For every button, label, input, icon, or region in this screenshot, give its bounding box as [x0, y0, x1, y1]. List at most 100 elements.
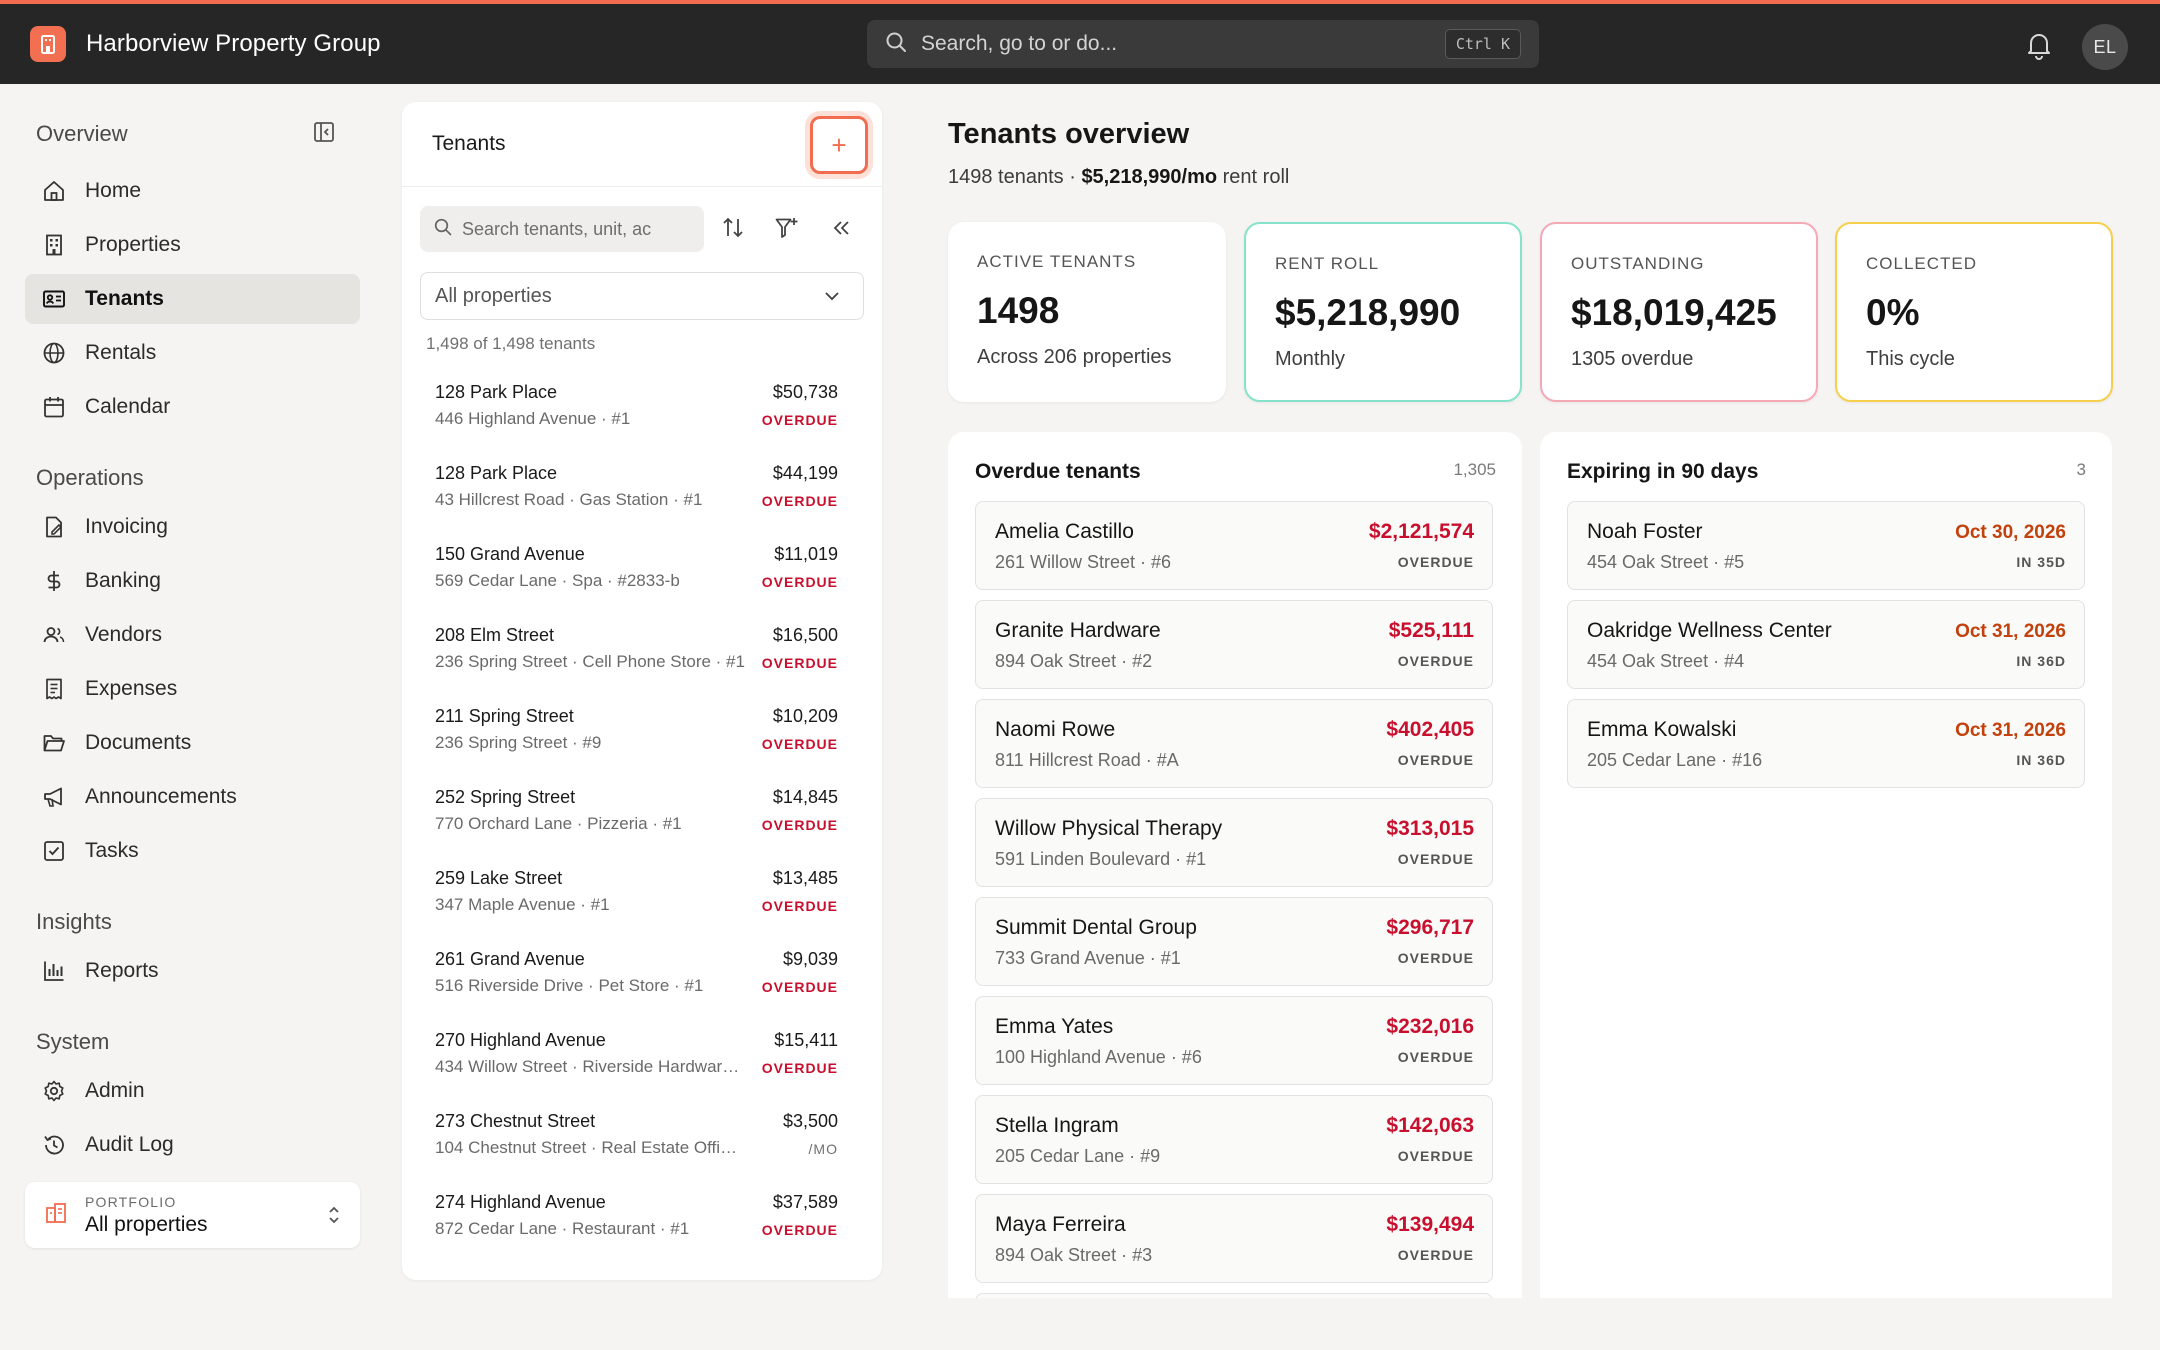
tenant-address: 446 Highland Avenue · #1 [435, 409, 631, 428]
sidebar-item-banking[interactable]: Banking [25, 556, 360, 606]
stat-card-collected[interactable]: COLLECTED 0% This cycle [1835, 222, 2113, 402]
sidebar-item-vendors[interactable]: Vendors [25, 610, 360, 660]
chevron-up-down-icon [326, 1204, 342, 1231]
tenant-address: 454 Oak Street · #4 [1587, 651, 1745, 671]
tenant-count: 1,498 of 1,498 tenants [426, 334, 596, 353]
sidebar-item-label: Announcements [85, 785, 237, 808]
sidebar-item-label: Invoicing [85, 515, 168, 538]
list-item[interactable]: 261 Grand Avenue 516 Riverside Drive · Pe… [402, 937, 882, 1018]
tenant-name: 150 Grand Avenue [435, 544, 585, 564]
tenant-name: 261 Grand Avenue [435, 949, 585, 969]
sidebar-item-reports[interactable]: Reports [25, 946, 360, 996]
sidebar-item-label: Audit Log [85, 1133, 174, 1156]
sidebar-item-expenses[interactable]: Expenses [25, 664, 360, 714]
add-tenant-button[interactable]: + [810, 116, 868, 174]
list-item[interactable]: 259 Lake Street 347 Maple Avenue · #1 $13,… [402, 856, 882, 937]
building-icon [41, 232, 67, 258]
property-filter-select[interactable]: All properties [420, 272, 864, 320]
sidebar-item-label: Rentals [85, 341, 157, 364]
top-bar: Harborview Property Group Search, go to … [0, 0, 2160, 84]
tenant-name: 128 Park Place [435, 463, 558, 483]
card-title: Expiring in 90 days [1567, 460, 1759, 483]
bell-icon[interactable] [2025, 30, 2053, 65]
sidebar-item-label: Tenants [85, 287, 164, 310]
property-filter-value: All properties [435, 284, 552, 307]
list-item[interactable]: 128 Park Place 43 Hillcrest Road · Gas St… [402, 451, 882, 532]
stat-sub: This cycle [1866, 348, 1955, 370]
sidebar-item-announcements[interactable]: Announcements [25, 772, 360, 822]
list-item[interactable]: Emma Kowalski 205 Cedar Lane · #16 Oct 31,… [1567, 699, 2085, 788]
list-item[interactable]: Granite Hardware 894 Oak Street · #2 $525,… [975, 600, 1493, 689]
sort-icon[interactable] [720, 215, 746, 246]
sidebar-item-properties[interactable]: Properties [25, 220, 360, 270]
list-item[interactable]: 273 Chestnut Street 104 Chestnut Street ·… [402, 1099, 882, 1180]
list-item[interactable]: Amelia Castillo 261 Willow Street · #6 $2,… [975, 501, 1493, 590]
tenant-amount: $139,494 [1386, 1213, 1474, 1236]
tenant-search[interactable] [420, 206, 704, 252]
list-item[interactable]: Noah Foster 454 Oak Street · #5 Oct 30, 20… [1567, 501, 2085, 590]
chevron-down-icon [823, 289, 841, 308]
list-item[interactable]: Emma Yates 100 Highland Avenue · #6 $232,0… [975, 996, 1493, 1085]
list-item[interactable]: Maya Ferreira 894 Oak Street · #3 $139,494… [975, 1194, 1493, 1283]
megaphone-icon [41, 784, 67, 810]
tenants-panel-title: Tenants [432, 132, 506, 155]
status-badge: OVERDUE [761, 979, 838, 995]
sidebar-item-rentals[interactable]: Rentals [25, 328, 360, 378]
list-item[interactable]: Willow Physical Therapy 591 Linden Boulev… [975, 798, 1493, 887]
search-icon [434, 218, 452, 241]
list-item[interactable]: Oakridge Wellness Center 454 Oak Street ·… [1567, 600, 2085, 689]
portfolio-switcher[interactable]: PORTFOLIO All properties [25, 1182, 360, 1248]
list-item[interactable]: 128 Park Place 446 Highland Avenue · #1 $5… [402, 370, 882, 451]
list-item[interactable]: Naomi Rowe 811 Hillcrest Road · #A $402,40… [975, 699, 1493, 788]
status-badge: OVERDUE [1397, 554, 1474, 570]
tenant-address: 104 Chestnut Street · Real Estate Office… [435, 1138, 745, 1157]
list-item[interactable]: 270 Highland Avenue 434 Willow Street · R… [402, 1018, 882, 1099]
subtitle-rent-roll: $5,218,990/mo [1081, 166, 1218, 188]
tenant-name: 273 Chestnut Street [435, 1111, 596, 1131]
stat-card-active-tenants[interactable]: ACTIVE TENANTS 1498 Across 206 propertie… [948, 222, 1226, 402]
sidebar-collapse-icon[interactable] [313, 121, 335, 148]
subtitle-count: 1498 tenants · [948, 166, 1082, 188]
tenant-amount: $15,411 [774, 1030, 838, 1050]
brand[interactable]: Harborview Property Group [30, 26, 381, 62]
tenant-amount: $37,589 [772, 1192, 838, 1212]
card-title: Overdue tenants [975, 460, 1141, 483]
list-item[interactable]: 150 Grand Avenue 569 Cedar Lane · Spa · #… [402, 532, 882, 613]
tenant-name: 128 Park Place [435, 382, 558, 402]
sidebar-item-documents[interactable]: Documents [25, 718, 360, 768]
list-item[interactable]: Summit Dental Group 733 Grand Avenue · #1… [975, 897, 1493, 986]
list-item[interactable]: 252 Spring Street 770 Orchard Lane · Pizz… [402, 775, 882, 856]
list-item[interactable]: Stella Ingram 205 Cedar Lane · #9 $142,063… [975, 1095, 1493, 1184]
status-badge: OVERDUE [1397, 950, 1474, 966]
tenant-address: 894 Oak Street · #2 [995, 651, 1153, 671]
sidebar-item-tenants[interactable]: Tenants [25, 274, 360, 324]
tenant-amount: $296,717 [1386, 916, 1474, 939]
global-search[interactable]: Search, go to or do... Ctrl K [867, 20, 1539, 68]
sidebar-item-home[interactable]: Home [25, 166, 360, 216]
sidebar-item-invoicing[interactable]: Invoicing [25, 502, 360, 552]
tenant-address: 516 Riverside Drive · Pet Store · #1 [435, 976, 704, 995]
list-item-partial[interactable] [975, 1293, 1493, 1298]
stat-card-outstanding[interactable]: OUTSTANDING $18,019,425 1305 overdue [1540, 222, 1818, 402]
checkbox-icon [41, 838, 67, 864]
status-badge: OVERDUE [1397, 752, 1474, 768]
filter-add-icon[interactable] [774, 215, 800, 246]
list-item[interactable]: 208 Elm Street 236 Spring Street · Cell P… [402, 613, 882, 694]
sidebar-item-audit-log[interactable]: Audit Log [25, 1120, 360, 1170]
sidebar-item-calendar[interactable]: Calendar [25, 382, 360, 432]
user-avatar[interactable]: EL [2082, 24, 2128, 70]
tenant-name: 252 Spring Street [435, 787, 576, 807]
list-item[interactable]: 274 Highland Avenue 872 Cedar Lane · Rest… [402, 1180, 882, 1261]
sidebar-item-admin[interactable]: Admin [25, 1066, 360, 1116]
stat-card-rent-roll[interactable]: RENT ROLL $5,218,990 Monthly [1244, 222, 1522, 402]
list-item[interactable]: 211 Spring Street 236 Spring Street · #9 $… [402, 694, 882, 775]
portfolio-caption: PORTFOLIO [85, 1193, 177, 1210]
tenants-list-panel: Tenants + All properties 1,498 of 1,498 … [402, 102, 882, 1280]
tenant-search-input[interactable] [462, 218, 692, 240]
chevrons-left-icon[interactable] [830, 215, 854, 246]
tenant-name: Noah Foster [1587, 520, 1703, 543]
sidebar-item-tasks[interactable]: Tasks [25, 826, 360, 876]
stat-label: COLLECTED [1866, 254, 1978, 273]
tenant-address: 770 Orchard Lane · Pizzeria · #1 [435, 814, 682, 833]
status-badge: OVERDUE [761, 574, 838, 590]
